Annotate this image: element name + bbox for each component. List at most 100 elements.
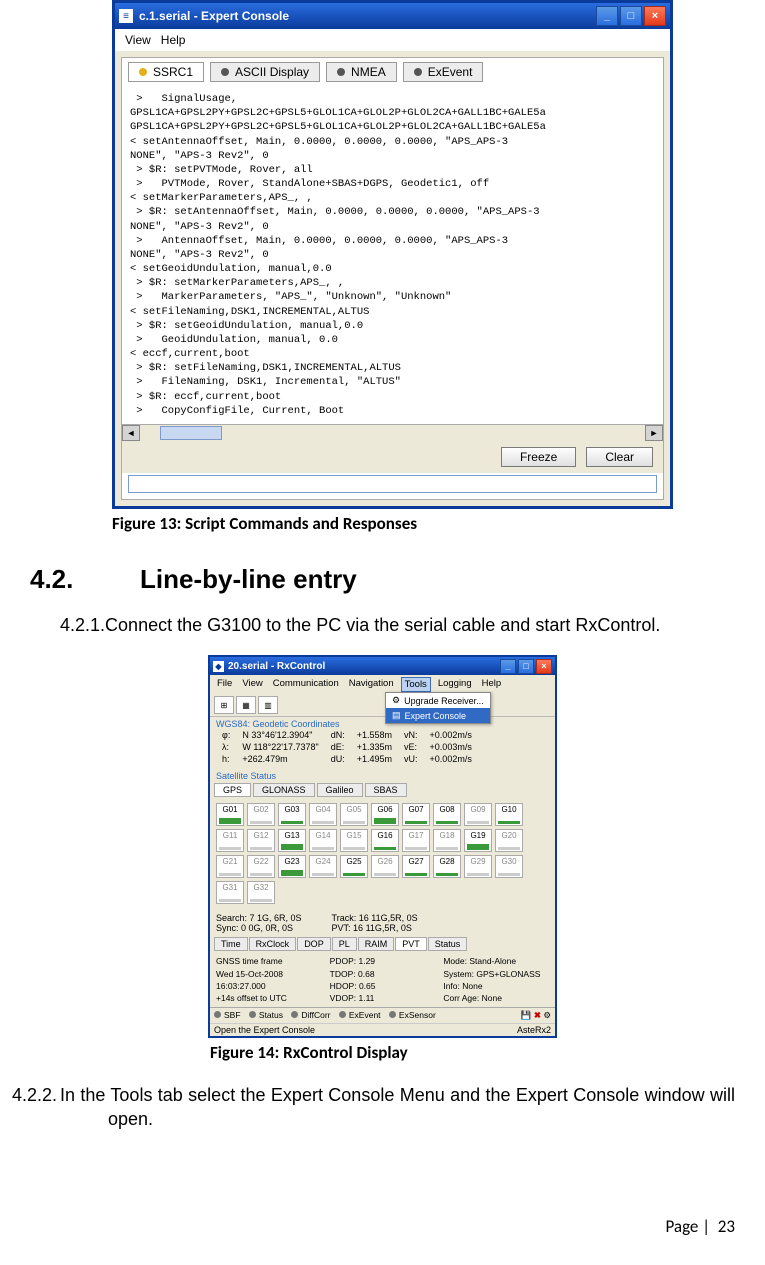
scroll-right-icon[interactable]: ► <box>645 425 663 441</box>
tab-ascii-display[interactable]: ASCII Display <box>210 62 320 82</box>
menu-communication[interactable]: Communication <box>270 677 342 692</box>
sat-tab-gps[interactable]: GPS <box>214 783 251 797</box>
window-titlebar: ◆ 20.serial - RxControl _ □ × <box>210 657 555 675</box>
tab-ssrc1[interactable]: SSRC1 <box>128 62 204 82</box>
info-tab-pl[interactable]: PL <box>332 937 357 951</box>
horizontal-scrollbar[interactable]: ◄ ► <box>122 424 663 441</box>
toolbar-icon-file[interactable]: ▥ <box>258 696 278 714</box>
sat-cell[interactable]: G24 <box>309 855 337 878</box>
menu-navigation[interactable]: Navigation <box>346 677 397 692</box>
info-col-time: GNSS time frame Wed 15-Oct-2008 16:03:27… <box>216 955 322 1004</box>
info-tab-time[interactable]: Time <box>214 937 248 951</box>
menu-item-upgrade-receiver[interactable]: ⚙Upgrade Receiver... <box>386 693 490 708</box>
close-button[interactable]: × <box>644 6 666 26</box>
sat-cell[interactable]: G16 <box>371 829 399 852</box>
sat-tab-galileo[interactable]: Galileo <box>317 783 363 797</box>
menu-logging[interactable]: Logging <box>435 677 475 692</box>
sat-cell[interactable]: G23 <box>278 855 306 878</box>
sat-cell[interactable]: G03 <box>278 803 306 826</box>
coords-table: φ: N 33°46'12.3904" dN: +1.558m vN: +0.0… <box>210 729 555 769</box>
toolbar-icon-grid[interactable]: ⊞ <box>214 696 234 714</box>
scroll-left-icon[interactable]: ◄ <box>122 425 140 441</box>
status-dot-icon <box>221 68 229 76</box>
signal-bar-icon <box>436 873 458 876</box>
info-tabs: Time RxClock DOP PL RAIM PVT Status <box>210 935 555 953</box>
info-tab-dop[interactable]: DOP <box>297 937 331 951</box>
sat-cell[interactable]: G22 <box>247 855 275 878</box>
sat-tab-sbas[interactable]: SBAS <box>365 783 407 797</box>
signal-bar-icon <box>374 847 396 850</box>
sat-cell[interactable]: G26 <box>371 855 399 878</box>
menu-help[interactable]: Help <box>479 677 505 692</box>
command-input[interactable] <box>128 475 657 493</box>
sat-cell[interactable]: G17 <box>402 829 430 852</box>
signal-bar-icon <box>498 873 520 876</box>
minimize-button[interactable]: _ <box>596 6 618 26</box>
toolbar-icon-view[interactable]: ▦ <box>236 696 256 714</box>
scroll-thumb[interactable] <box>160 426 222 440</box>
sat-cell[interactable]: G32 <box>247 881 275 904</box>
sat-cell[interactable]: G27 <box>402 855 430 878</box>
info-tab-raim[interactable]: RAIM <box>358 937 395 951</box>
sat-cell[interactable]: G07 <box>402 803 430 826</box>
sat-cell[interactable]: G01 <box>216 803 244 826</box>
sat-cell[interactable]: G08 <box>433 803 461 826</box>
info-columns: GNSS time frame Wed 15-Oct-2008 16:03:27… <box>210 953 555 1006</box>
sat-cell[interactable]: G11 <box>216 829 244 852</box>
settings-icon[interactable]: ⚙ <box>543 1010 551 1020</box>
menu-view[interactable]: View <box>239 677 265 692</box>
menu-file[interactable]: File <box>214 677 235 692</box>
status-dot-icon <box>389 1011 396 1018</box>
sat-cell[interactable]: G06 <box>371 803 399 826</box>
sat-cell[interactable]: G21 <box>216 855 244 878</box>
freeze-button[interactable]: Freeze <box>501 447 576 467</box>
close-button[interactable]: × <box>536 659 552 674</box>
menu-tools[interactable]: Tools <box>401 677 431 692</box>
sat-cell[interactable]: G29 <box>464 855 492 878</box>
menu-view[interactable]: View <box>125 33 151 47</box>
info-tab-status[interactable]: Status <box>428 937 468 951</box>
status-status: Status <box>249 1010 283 1020</box>
pvt-line: PVT: 16 11G,5R, 0S <box>332 923 418 933</box>
minimize-button[interactable]: _ <box>500 659 516 674</box>
track-line: Track: 16 11G,5R, 0S <box>332 913 418 923</box>
window-title: 20.serial - RxControl <box>228 661 325 672</box>
signal-bar-icon <box>343 847 365 850</box>
sat-cell[interactable]: G09 <box>464 803 492 826</box>
signal-bar-icon <box>219 873 241 876</box>
sat-cell[interactable]: G19 <box>464 829 492 852</box>
menu-item-expert-console[interactable]: ▤Expert Console <box>386 708 490 723</box>
coord-row-phi: φ: N 33°46'12.3904" dN: +1.558m vN: +0.0… <box>216 729 478 741</box>
sat-cell[interactable]: G20 <box>495 829 523 852</box>
page-label: Page | <box>666 1216 711 1237</box>
sat-cell[interactable]: G28 <box>433 855 461 878</box>
sat-tab-glonass[interactable]: GLONASS <box>253 783 315 797</box>
sat-cell[interactable]: G04 <box>309 803 337 826</box>
coord-row-lambda: λ: W 118°22'17.7378" dE: +1.335m vE: +0.… <box>216 741 478 753</box>
sat-cell[interactable]: G02 <box>247 803 275 826</box>
sat-cell[interactable]: G13 <box>278 829 306 852</box>
console-output[interactable]: > SignalUsage, GPSL1CA+GPSL2PY+GPSL2C+GP… <box>122 86 663 424</box>
sat-cell[interactable]: G31 <box>216 881 244 904</box>
sat-cell[interactable]: G14 <box>309 829 337 852</box>
sat-cell[interactable]: G10 <box>495 803 523 826</box>
sat-cell[interactable]: G25 <box>340 855 368 878</box>
info-tab-pvt[interactable]: PVT <box>395 937 427 951</box>
sat-cell[interactable]: G18 <box>433 829 461 852</box>
clear-button[interactable]: Clear <box>586 447 653 467</box>
info-tab-rxclock[interactable]: RxClock <box>249 937 297 951</box>
maximize-button[interactable]: □ <box>518 659 534 674</box>
menu-help[interactable]: Help <box>161 33 186 47</box>
save-icon[interactable]: 💾 <box>521 1010 532 1020</box>
maximize-button[interactable]: □ <box>620 6 642 26</box>
sat-cell[interactable]: G05 <box>340 803 368 826</box>
sat-cell[interactable]: G15 <box>340 829 368 852</box>
window-title: c.1.serial - Expert Console <box>139 9 289 23</box>
tab-exevent[interactable]: ExEvent <box>403 62 484 82</box>
sat-cell[interactable]: G30 <box>495 855 523 878</box>
alert-icon[interactable]: ✖ <box>534 1010 541 1020</box>
search-sync-block: Search: 7 1G, 6R, 0S Sync: 0 0G, 0R, 0S … <box>210 911 555 935</box>
tab-nmea[interactable]: NMEA <box>326 62 397 82</box>
sat-cell[interactable]: G12 <box>247 829 275 852</box>
expert-console-window: ≡ c.1.serial - Expert Console _ □ × View… <box>112 0 673 509</box>
